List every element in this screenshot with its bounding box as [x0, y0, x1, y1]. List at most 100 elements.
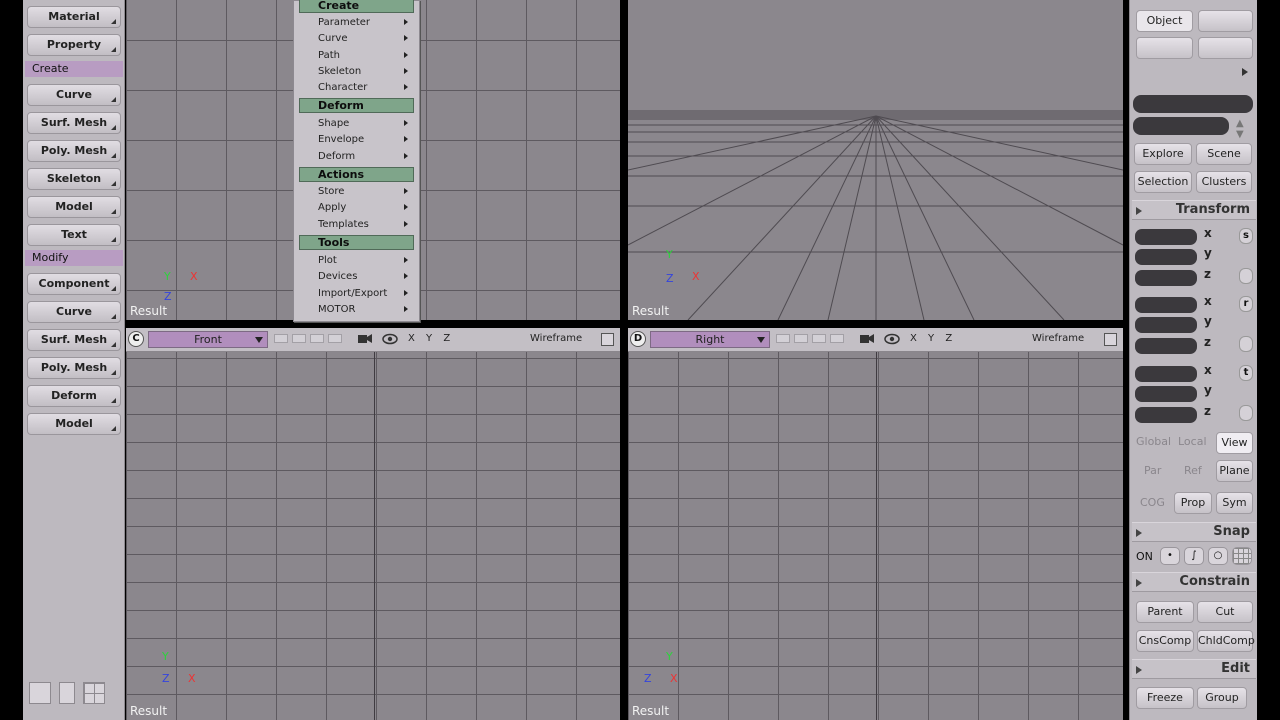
translate-y-field[interactable]	[1135, 386, 1197, 402]
axis-x-label[interactable]: x	[1204, 294, 1212, 308]
rotate-button[interactable]: r	[1239, 296, 1253, 312]
menu-item-templates[interactable]: Templates	[318, 217, 414, 232]
memo-slot[interactable]	[776, 334, 790, 343]
menu-item-curve[interactable]: Curve	[318, 31, 414, 46]
maximize-icon[interactable]	[601, 333, 614, 346]
material-button[interactable]: Material	[27, 6, 121, 28]
scale-x-field[interactable]	[1135, 229, 1197, 245]
chldcomp-button[interactable]: ChldComp	[1197, 630, 1255, 652]
viewport-right[interactable]: D Right X Y Z Wireframe Y X Z Result	[628, 328, 1123, 720]
scene-button[interactable]: Scene	[1196, 143, 1252, 165]
parent-button[interactable]: Parent	[1136, 601, 1194, 623]
transform-section-header[interactable]: Transform	[1132, 200, 1256, 220]
menu-item-import-export[interactable]: Import/Export	[318, 286, 414, 301]
property-button[interactable]: Property	[27, 34, 121, 56]
layout-single-icon[interactable]	[29, 682, 51, 704]
viewport-perspective[interactable]: Y X Z Result	[628, 0, 1123, 320]
menu-header-actions[interactable]: Actions	[299, 167, 414, 182]
menu-item-skeleton[interactable]: Skeleton	[318, 64, 414, 79]
xyz-toggle[interactable]: X Y Z	[408, 333, 454, 344]
rotate-y-field[interactable]	[1135, 317, 1197, 333]
layout-quad-icon[interactable]	[83, 682, 105, 704]
create-skeleton-button[interactable]: Skeleton	[27, 168, 121, 190]
selection-filter-slot[interactable]	[1198, 10, 1253, 32]
display-mode-dropdown[interactable]: Wireframe	[530, 333, 582, 344]
scale-y-field[interactable]	[1135, 249, 1197, 265]
translate-keyframe-icon[interactable]	[1239, 405, 1253, 421]
scale-z-field[interactable]	[1135, 270, 1197, 286]
selection-filter-slot[interactable]	[1198, 37, 1253, 59]
par-toggle[interactable]: Par	[1144, 464, 1161, 477]
snap-section-header[interactable]: Snap	[1132, 522, 1256, 542]
clusters-button[interactable]: Clusters	[1196, 171, 1252, 193]
camera-icon[interactable]	[860, 333, 874, 344]
selection-button[interactable]: Selection	[1134, 171, 1192, 193]
snap-on-toggle[interactable]: ON	[1136, 550, 1153, 563]
menu-item-apply[interactable]: Apply	[318, 200, 414, 215]
create-model-button[interactable]: Model	[27, 196, 121, 218]
snap-grid-icon[interactable]	[1232, 547, 1252, 565]
display-mode-dropdown[interactable]: Wireframe	[1032, 333, 1084, 344]
ref-toggle[interactable]: Ref	[1184, 464, 1202, 477]
rotate-z-field[interactable]	[1135, 338, 1197, 354]
camera-select-button[interactable]: D	[630, 331, 646, 347]
sym-button[interactable]: Sym	[1216, 492, 1253, 514]
modify-model-button[interactable]: Model	[27, 413, 121, 435]
menu-item-parameter[interactable]: Parameter	[318, 15, 414, 30]
viewport-front[interactable]: C Front X Y Z Wireframe Y X Z Result	[126, 328, 620, 720]
translate-x-field[interactable]	[1135, 366, 1197, 382]
group-button[interactable]: Group	[1197, 687, 1247, 709]
global-toggle[interactable]: Global	[1136, 435, 1171, 448]
menu-header-create[interactable]: Create	[299, 0, 414, 13]
snap-point-icon[interactable]: •	[1160, 547, 1180, 565]
menu-item-store[interactable]: Store	[318, 184, 414, 199]
menu-item-shape[interactable]: Shape	[318, 116, 414, 131]
translate-button[interactable]: t	[1239, 365, 1253, 381]
menu-item-motor[interactable]: MOTOR	[318, 302, 414, 317]
memo-slot[interactable]	[328, 334, 342, 343]
memo-slot[interactable]	[812, 334, 826, 343]
axis-x-label[interactable]: x	[1204, 226, 1212, 240]
selection-filter-slot[interactable]	[1136, 37, 1193, 59]
create-surf-mesh-button[interactable]: Surf. Mesh	[27, 112, 121, 134]
eye-icon[interactable]	[382, 333, 398, 345]
menu-item-path[interactable]: Path	[318, 48, 414, 63]
axis-y-label[interactable]: y	[1204, 383, 1212, 397]
axis-y-label[interactable]: y	[1204, 314, 1212, 328]
axis-z-label[interactable]: z	[1204, 267, 1211, 281]
object-button[interactable]: Object	[1136, 10, 1193, 32]
snap-curve-icon[interactable]: ∫	[1184, 547, 1204, 565]
menu-item-deform[interactable]: Deform	[318, 149, 414, 164]
type-field[interactable]	[1133, 117, 1229, 135]
menu-item-devices[interactable]: Devices	[318, 269, 414, 284]
maximize-icon[interactable]	[1104, 333, 1117, 346]
memo-slot[interactable]	[274, 334, 288, 343]
prop-button[interactable]: Prop	[1174, 492, 1212, 514]
create-section-header[interactable]: Create	[25, 61, 123, 77]
memo-slot[interactable]	[292, 334, 306, 343]
view-toggle[interactable]: View	[1216, 432, 1253, 454]
create-curve-button[interactable]: Curve	[27, 84, 121, 106]
cog-toggle[interactable]: COG	[1140, 496, 1165, 509]
menu-item-character[interactable]: Character	[318, 80, 414, 95]
memo-slot[interactable]	[310, 334, 324, 343]
modify-curve-button[interactable]: Curve	[27, 301, 121, 323]
create-text-button[interactable]: Text	[27, 224, 121, 246]
scale-keyframe-icon[interactable]	[1239, 268, 1253, 284]
rotate-x-field[interactable]	[1135, 297, 1197, 313]
local-toggle[interactable]: Local	[1178, 435, 1207, 448]
freeze-button[interactable]: Freeze	[1136, 687, 1194, 709]
snap-surface-icon[interactable]: ○	[1208, 547, 1228, 565]
constrain-section-header[interactable]: Constrain	[1132, 572, 1256, 592]
create-poly-mesh-button[interactable]: Poly. Mesh	[27, 140, 121, 162]
rotate-keyframe-icon[interactable]	[1239, 336, 1253, 352]
edit-section-header[interactable]: Edit	[1132, 659, 1256, 679]
menu-header-deform[interactable]: Deform	[299, 98, 414, 113]
scale-button[interactable]: s	[1239, 228, 1253, 244]
axis-y-label[interactable]: y	[1204, 246, 1212, 260]
modify-component-button[interactable]: Component	[27, 273, 121, 295]
play-arrow-icon[interactable]	[1242, 68, 1248, 76]
menu-item-plot[interactable]: Plot	[318, 253, 414, 268]
axis-z-label[interactable]: z	[1204, 335, 1211, 349]
camera-icon[interactable]	[358, 333, 372, 344]
